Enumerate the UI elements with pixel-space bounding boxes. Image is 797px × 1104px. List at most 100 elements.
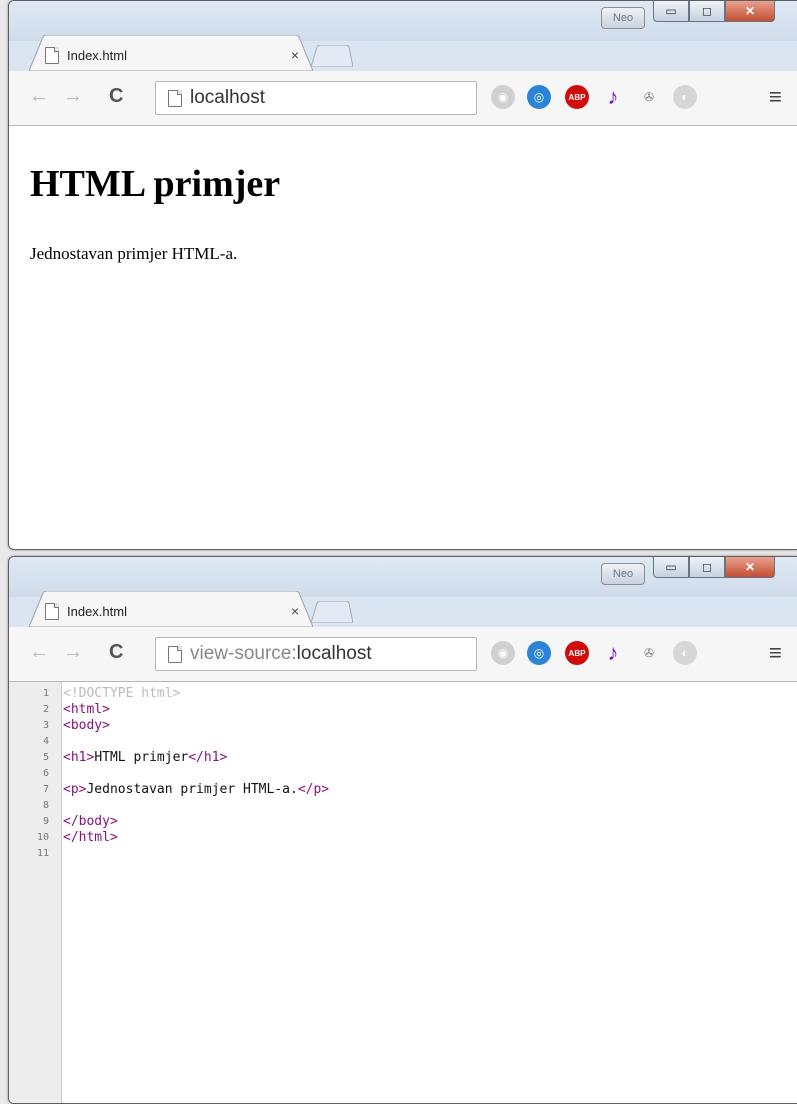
window-controls: ▭ ◻ ✕ xyxy=(653,1,775,22)
minimize-button[interactable]: ▭ xyxy=(653,1,689,22)
close-window-button[interactable]: ✕ xyxy=(725,557,775,578)
line-number: 5 xyxy=(42,752,49,763)
line-code: <!DOCTYPE html> xyxy=(55,686,180,702)
source-line: 5 <h1>HTML primjer</h1> xyxy=(9,750,227,766)
address-bar[interactable]: localhost xyxy=(155,81,477,115)
line-number: 10 xyxy=(36,832,49,843)
adblock-plus-icon[interactable]: ABP xyxy=(565,85,589,109)
profile-badge[interactable]: Neo xyxy=(601,7,645,29)
page-heading: HTML primjer xyxy=(30,163,281,205)
line-number: 4 xyxy=(42,736,49,747)
source-line: 3 <body> xyxy=(9,718,110,734)
line-code: <h1>HTML primjer</h1> xyxy=(55,750,227,766)
source-line: 1 <!DOCTYPE html> xyxy=(9,686,180,702)
tag-token: <p> xyxy=(63,782,87,797)
globe-icon[interactable]: ◐ xyxy=(673,85,697,109)
menu-icon[interactable]: ≡ xyxy=(769,84,782,110)
code-text: HTML primjer xyxy=(94,750,189,765)
browser-window-rendered: Index.html × Neo ▭ ◻ ✕ ← → C localhost ≡… xyxy=(8,0,797,550)
source-line: 7 <p>Jednostavan primjer HTML-a.</p> xyxy=(9,782,329,798)
browser-window-source: Index.html × Neo ▭ ◻ ✕ ← → C view-source… xyxy=(8,556,797,1104)
profile-badge[interactable]: Neo xyxy=(601,563,645,585)
line-number: 9 xyxy=(42,816,49,827)
page-icon xyxy=(45,602,59,620)
code-text: Jednostavan primjer HTML-a. xyxy=(86,782,298,797)
reload-icon[interactable]: C xyxy=(109,641,123,664)
tab-title: Index.html xyxy=(67,603,127,619)
line-number: 2 xyxy=(42,704,49,715)
tag-token: <html> xyxy=(63,702,110,717)
shield-extension-icon[interactable]: ◉ xyxy=(491,85,515,109)
tag-token: </body> xyxy=(63,814,118,829)
url-host: localhost xyxy=(296,643,372,664)
new-tab-button[interactable] xyxy=(309,601,353,623)
tag-token: </h1> xyxy=(188,750,228,765)
source-line: 6 xyxy=(9,766,63,782)
line-code: <body> xyxy=(55,718,110,734)
film-reel-icon[interactable]: ✇ xyxy=(637,641,661,665)
tab-close-icon[interactable]: × xyxy=(287,603,303,619)
menu-icon[interactable]: ≡ xyxy=(769,640,782,666)
address-bar[interactable]: view-source:localhost xyxy=(155,637,477,671)
reload-icon[interactable]: C xyxy=(109,85,123,108)
source-line: 11 xyxy=(9,846,63,862)
line-code: </html> xyxy=(55,830,118,846)
line-number: 7 xyxy=(42,784,49,795)
doctype-token: <!DOCTYPE html> xyxy=(63,686,181,701)
page-paragraph: Jednostavan primjer HTML-a. xyxy=(30,244,238,263)
line-code: </body> xyxy=(55,814,118,830)
source-line: 10 </html> xyxy=(9,830,118,846)
music-note-icon[interactable]: ♪ xyxy=(601,640,625,665)
line-number: 8 xyxy=(42,800,49,811)
maximize-button[interactable]: ◻ xyxy=(689,557,725,578)
back-icon[interactable]: ← xyxy=(29,641,49,664)
tab-content: Index.html × xyxy=(45,597,303,625)
line-code: <p>Jednostavan primjer HTML-a.</p> xyxy=(55,782,329,798)
tab-close-icon[interactable]: × xyxy=(287,47,303,63)
maximize-button[interactable]: ◻ xyxy=(689,1,725,22)
source-line: 8 xyxy=(9,798,63,814)
url-text: view-source:localhost xyxy=(190,643,372,665)
tag-token: </p> xyxy=(297,782,330,797)
tag-token: </html> xyxy=(63,830,118,845)
tag-token: <body> xyxy=(63,718,110,733)
adblock-plus-icon[interactable]: ABP xyxy=(565,641,589,665)
page-content: HTML primjer Jednostavan primjer HTML-a. xyxy=(9,126,797,549)
page-icon xyxy=(168,89,182,107)
back-icon[interactable]: ← xyxy=(29,85,49,108)
tag-token: <h1> xyxy=(63,750,95,765)
forward-icon[interactable]: → xyxy=(63,641,83,664)
source-line: 2 <html> xyxy=(9,702,110,718)
toolbar: ← → C view-source:localhost ≡ ◉ ◎ ABP ♪ ✇ ◐ xyxy=(9,627,797,682)
url-prefix: view-source: xyxy=(190,643,297,664)
window-controls: ▭ ◻ ✕ xyxy=(653,557,775,578)
music-note-icon[interactable]: ♪ xyxy=(601,84,625,109)
source-line: 4 xyxy=(9,734,63,750)
shield-extension-icon[interactable]: ◉ xyxy=(491,641,515,665)
line-number: 11 xyxy=(36,848,49,859)
film-reel-icon[interactable]: ✇ xyxy=(637,85,661,109)
line-code: <html> xyxy=(55,702,110,718)
page-icon xyxy=(168,645,182,663)
minimize-button[interactable]: ▭ xyxy=(653,557,689,578)
globe-icon[interactable]: ◐ xyxy=(673,641,697,665)
tab-content: Index.html × xyxy=(45,41,303,69)
source-view: 1 <!DOCTYPE html> 2 <html> 3 <body> 4 5 <h1>HTML… xyxy=(9,682,797,1103)
forward-icon[interactable]: → xyxy=(63,85,83,108)
line-number: 3 xyxy=(42,720,49,731)
tab-title: Index.html xyxy=(67,47,127,63)
page-icon xyxy=(45,46,59,64)
blue-extension-icon[interactable]: ◎ xyxy=(527,85,551,109)
close-window-button[interactable]: ✕ xyxy=(725,1,775,22)
toolbar: ← → C localhost ≡ ◉ ◎ ABP ♪ ✇ ◐ xyxy=(9,71,797,126)
blue-extension-icon[interactable]: ◎ xyxy=(527,641,551,665)
line-number: 6 xyxy=(42,768,49,779)
source-line: 9 </body> xyxy=(9,814,118,830)
line-number: 1 xyxy=(42,688,49,699)
new-tab-button[interactable] xyxy=(309,45,353,67)
url-text: localhost xyxy=(190,87,265,109)
